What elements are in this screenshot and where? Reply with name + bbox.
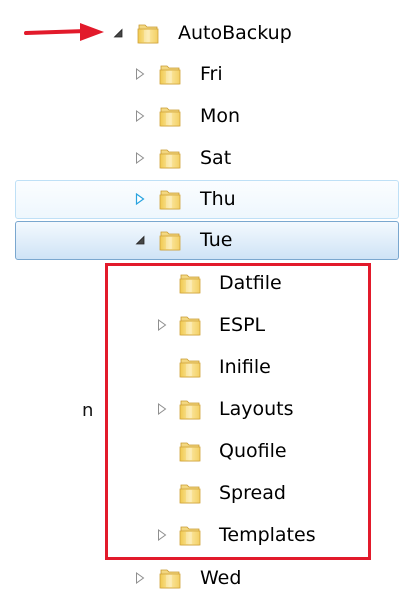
tree-item-label: Templates [219,524,316,546]
tree-item-fri[interactable]: Fri [130,55,390,93]
tree-item-autobackup[interactable]: AutoBackup [110,14,370,52]
triangle-right-icon[interactable] [157,319,167,331]
folder-icon [178,397,202,421]
tree-item-label: Tue [200,229,233,251]
tree-item-espl[interactable]: ESPL [150,306,360,344]
triangle-right-icon[interactable] [135,193,145,205]
triangle-right-icon[interactable] [157,403,167,415]
tree-item-mon[interactable]: Mon [130,97,390,135]
folder-icon [158,104,182,128]
tree-item-templates[interactable]: Templates [150,516,360,554]
triangle-right-icon[interactable] [135,110,145,122]
folder-icon [158,146,182,170]
tree-item-label: Layouts [219,398,294,420]
tree-item-quofile[interactable]: Quofile [150,432,360,470]
tree-item-label: ESPL [219,314,266,336]
tree-item-label: AutoBackup [178,22,292,44]
folder-icon [178,271,202,295]
folder-icon [158,566,182,590]
tree-item-label: Spread [219,482,286,504]
tree-item-inifile[interactable]: Inifile [150,348,360,386]
tree-item-sat[interactable]: Sat [130,139,390,177]
red-arrow-annotation [24,23,104,41]
tree-item-label: Mon [200,105,241,127]
folder-icon [158,228,182,252]
tree-item-label: Inifile [219,356,271,378]
tree-item-label: Sat [200,147,232,169]
tree-item-label: Datfile [219,272,282,294]
tree-item-label: Fri [200,63,223,85]
folder-icon [158,62,182,86]
triangle-right-icon[interactable] [135,68,145,80]
triangle-down-icon[interactable] [135,234,145,246]
folder-icon [178,439,202,463]
tree-item-datfile[interactable]: Datfile [150,264,360,302]
folder-icon [178,313,202,337]
tree-item-spread[interactable]: Spread [150,474,360,512]
cropped-text-fragment: n [82,400,94,421]
triangle-right-icon[interactable] [157,529,167,541]
tree-item-thu[interactable]: Thu [130,180,390,218]
tree-item-wed[interactable]: Wed [130,559,390,597]
folder-icon [178,481,202,505]
tree-item-layouts[interactable]: Layouts [150,390,360,428]
folder-tree: AutoBackup Fri Mon Sat Thu Tue Datfile E… [0,0,399,593]
tree-item-label: Wed [200,567,242,589]
folder-icon [136,21,160,45]
tree-item-label: Quofile [219,440,287,462]
tree-item-tue[interactable]: Tue [130,221,390,259]
triangle-right-icon[interactable] [135,572,145,584]
folder-icon [178,523,202,547]
triangle-down-icon[interactable] [113,27,123,39]
folder-icon [178,355,202,379]
folder-icon [158,187,182,211]
triangle-right-icon[interactable] [135,152,145,164]
tree-item-label: Thu [200,188,236,210]
